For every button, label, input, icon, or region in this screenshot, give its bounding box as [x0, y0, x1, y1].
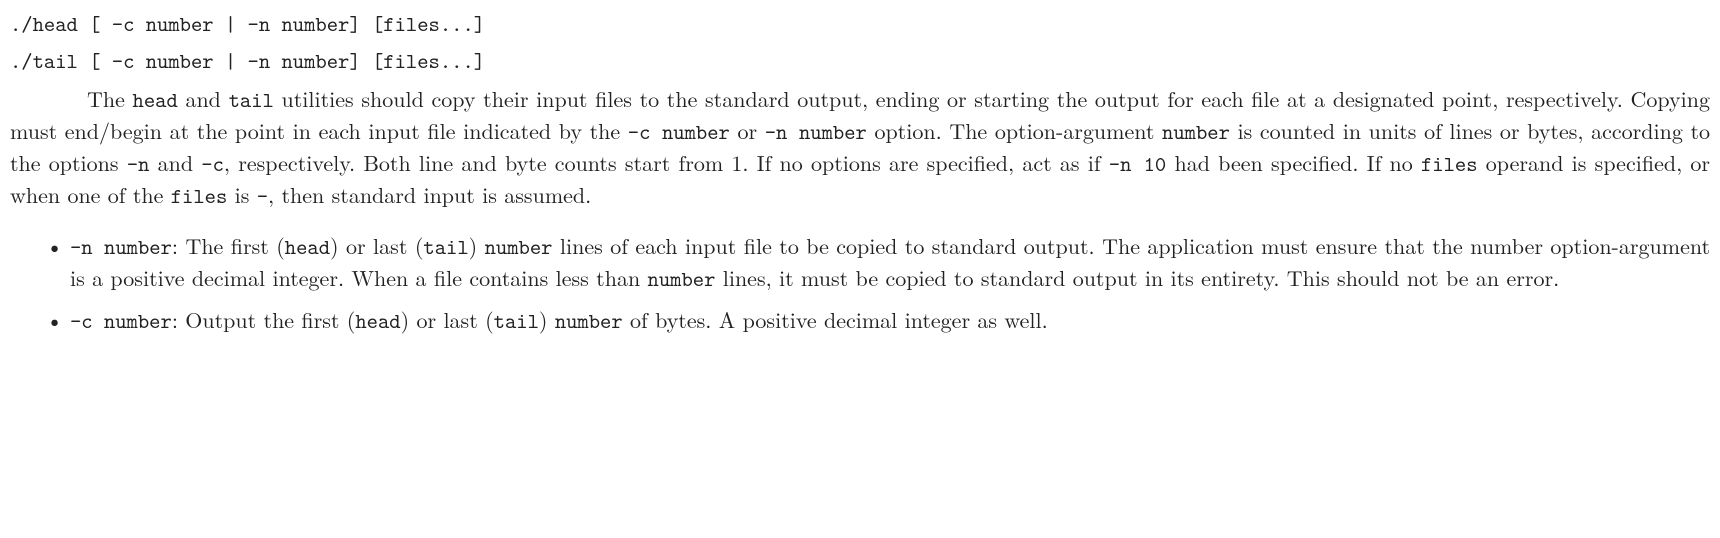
text: , respectively. Both line and byte count… [224, 147, 1109, 178]
code-tail: tail [494, 306, 539, 335]
code-dash: - [257, 181, 268, 210]
code-head: head [355, 306, 400, 335]
code-files: files [1421, 149, 1478, 178]
code-n: -n [127, 149, 150, 178]
text: ) or last ( [401, 304, 494, 335]
text: or [730, 115, 765, 146]
code-number: number [1162, 117, 1230, 146]
code-head: head [133, 85, 178, 114]
text: option. The option-argument [867, 115, 1162, 146]
code-c: -c [201, 149, 224, 178]
flag-c-number: -c number [70, 306, 172, 335]
synopsis-tail: ./tail [ -c number | -n number] [files..… [10, 45, 1710, 76]
code-n-number: -n number [765, 117, 867, 146]
text: of bytes. A positive decimal integer as … [623, 304, 1048, 335]
code-tail: tail [423, 232, 468, 261]
text: lines, it must be copied to standard out… [715, 262, 1559, 293]
text: and [178, 83, 229, 114]
description-paragraph: The head and tail utilities should copy … [10, 83, 1710, 212]
text: and [149, 147, 201, 178]
text: ) [469, 230, 485, 261]
text: : The first ( [172, 230, 285, 261]
code-head: head [285, 232, 330, 261]
code-files: files [171, 181, 228, 210]
text: ) [539, 304, 555, 335]
flag-n-number: -n number [70, 232, 172, 261]
code-number: number [555, 306, 623, 335]
text: had been specified. If no [1166, 147, 1421, 178]
options-list: -n number: The first (head) or last (tai… [10, 230, 1710, 337]
option-c: -c number: Output the first (head) or la… [46, 304, 1710, 336]
code-n-10: -n 10 [1109, 149, 1166, 178]
text: ) or last ( [330, 230, 423, 261]
text: , then standard input is assumed. [268, 179, 591, 210]
code-number: number [485, 232, 553, 261]
text: The [87, 83, 133, 114]
text: is [227, 179, 256, 210]
option-n: -n number: The first (head) or last (tai… [46, 230, 1710, 295]
text: : Output the first ( [172, 304, 356, 335]
code-number: number [648, 264, 716, 293]
code-tail: tail [229, 85, 274, 114]
code-c-number: -c number [628, 117, 730, 146]
synopsis-head: ./head [ -c number | -n number] [files..… [10, 8, 1710, 39]
